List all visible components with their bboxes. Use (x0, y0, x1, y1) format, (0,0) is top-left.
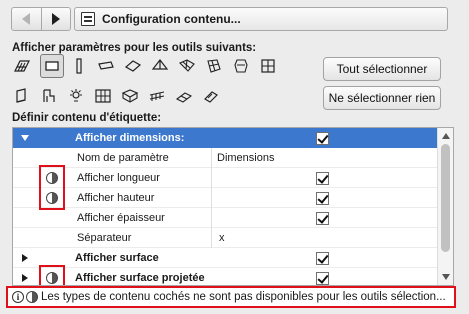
opening-tool-icon[interactable] (199, 84, 223, 108)
row-label: Afficher épaisseur (77, 212, 165, 224)
select-all-button[interactable]: Tout sélectionner (323, 57, 441, 81)
row-checkbox[interactable] (316, 171, 329, 185)
row-checkbox[interactable] (316, 271, 329, 285)
table-row-dimensions[interactable]: Afficher dimensions: (13, 128, 437, 148)
scroll-down-icon[interactable] (442, 274, 450, 280)
scroll-up-icon[interactable] (442, 133, 450, 139)
table-row-projected-surface[interactable]: Afficher surface projetée (13, 268, 437, 285)
tool-row-2 (10, 84, 310, 110)
collapse-arrow-icon[interactable] (22, 254, 28, 262)
row-checkbox[interactable] (316, 211, 329, 225)
row-checkbox[interactable] (316, 131, 329, 145)
table-row-separator[interactable]: Séparateur x (13, 228, 437, 248)
morph-tool-icon[interactable] (202, 54, 226, 78)
expand-arrow-icon[interactable] (21, 135, 29, 141)
highlight-box (39, 265, 65, 285)
mixed-state-icon (26, 291, 38, 303)
scroll-thumb[interactable] (441, 144, 450, 252)
slab-tool-icon[interactable] (10, 54, 34, 78)
railing-tool-icon[interactable] (145, 84, 169, 108)
collapse-arrow-icon[interactable] (22, 274, 28, 282)
panel-list-icon (81, 12, 95, 26)
select-none-button[interactable]: Ne sélectionner rien (323, 86, 441, 110)
row-label: Afficher surface projetée (75, 272, 205, 284)
panel-title: Configuration contenu... (102, 12, 241, 26)
tool-row-1 (10, 54, 310, 80)
content-section-label: Définir contenu d'étiquette: (12, 112, 162, 124)
row-label: Afficher hauteur (77, 192, 155, 204)
table-row-parameter-name[interactable]: Nom de paramètre Dimensions (13, 148, 437, 168)
info-footer: i Les types de contenu cochés ne sont pa… (6, 286, 456, 308)
forward-arrow-icon (51, 13, 60, 25)
row-value[interactable]: Dimensions (217, 148, 274, 168)
label-content-table: Afficher dimensions: Nom de paramètre Di… (12, 127, 454, 286)
object-tool-icon[interactable] (229, 54, 253, 78)
row-label: Séparateur (77, 232, 132, 244)
shell-tool-icon[interactable] (148, 54, 172, 78)
table-row-surface[interactable]: Afficher surface (13, 248, 437, 268)
row-label: Nom de paramètre (77, 152, 169, 164)
skylight-tool-icon[interactable] (172, 84, 196, 108)
highlight-box (39, 165, 65, 210)
mesh-tool-icon[interactable] (175, 54, 199, 78)
window-tool-icon[interactable] (256, 54, 280, 78)
table-row-length[interactable]: Afficher longueur (13, 168, 437, 188)
panel-title-dropdown[interactable]: Configuration contenu... (74, 7, 448, 31)
row-label: Afficher surface (75, 252, 159, 264)
row-checkbox[interactable] (316, 251, 329, 265)
wall-tool-icon[interactable] (40, 54, 64, 78)
row-label: Afficher longueur (77, 172, 160, 184)
roof-tool-icon[interactable] (121, 54, 145, 78)
footer-message: Les types de contenu cochés ne sont pas … (41, 291, 446, 303)
row-value[interactable]: x (219, 228, 225, 248)
back-button[interactable] (12, 8, 41, 30)
table-row-height[interactable]: Afficher hauteur (13, 188, 437, 208)
beam-tool-icon[interactable] (94, 54, 118, 78)
zone-tool-icon[interactable] (118, 84, 142, 108)
row-label: Afficher dimensions: (75, 132, 185, 144)
info-icon: i (12, 291, 24, 303)
door-tool-icon[interactable] (10, 84, 34, 108)
lamp-tool-icon[interactable] (64, 84, 88, 108)
table-scrollbar[interactable] (437, 128, 453, 285)
back-arrow-icon (22, 13, 31, 25)
forward-button[interactable] (40, 8, 70, 30)
history-nav (11, 7, 71, 31)
table-row-thickness[interactable]: Afficher épaisseur (13, 208, 437, 228)
tools-section-label: Afficher paramètres pour les outils suiv… (12, 42, 257, 54)
stair-tool-icon[interactable] (37, 84, 61, 108)
column-tool-icon[interactable] (67, 54, 91, 78)
row-checkbox[interactable] (316, 191, 329, 205)
curtain-wall-tool-icon[interactable] (91, 84, 115, 108)
